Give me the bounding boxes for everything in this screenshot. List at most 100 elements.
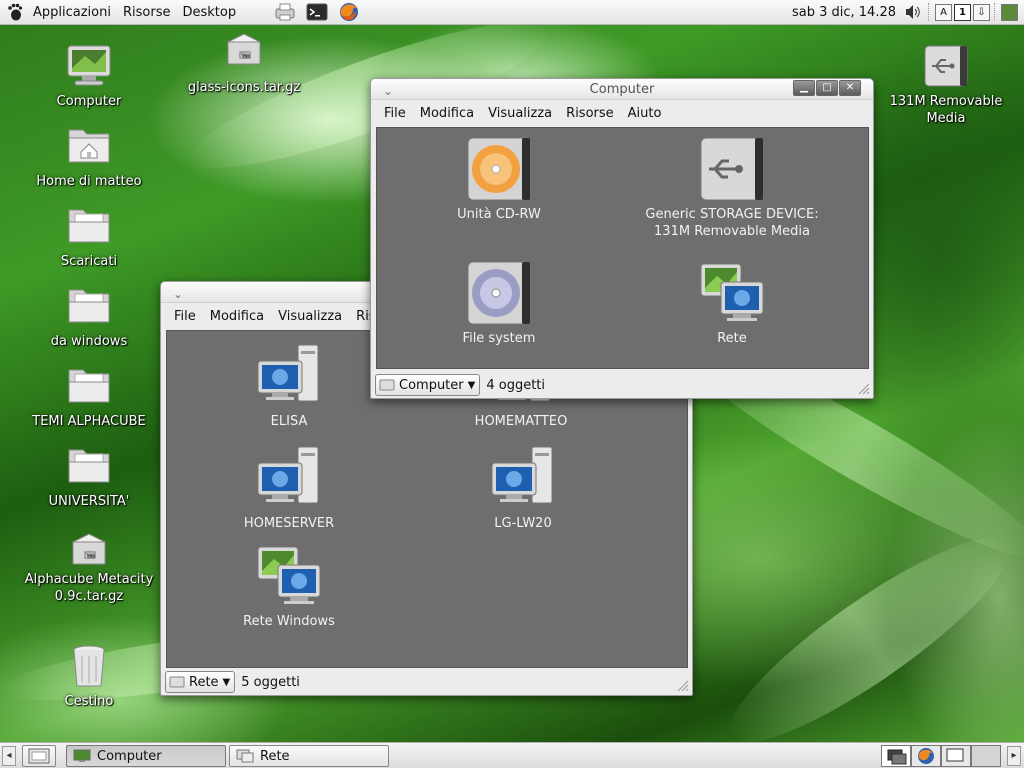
usb-drive-icon — [697, 136, 767, 202]
svg-text:TAR: TAR — [240, 53, 250, 59]
menu-desktop[interactable]: Desktop — [176, 0, 242, 25]
menu-modifica[interactable]: Modifica — [203, 309, 271, 324]
workspace-4[interactable] — [971, 745, 1001, 767]
desktop-icon-universita[interactable]: UNIVERSITA' — [19, 442, 159, 510]
chevron-down-icon: ▼ — [467, 379, 476, 391]
computer-icon — [73, 749, 91, 762]
desktop-icon-removable-media[interactable]: 131M Removable Media — [876, 42, 1016, 127]
folder-icon — [65, 442, 113, 490]
file-item-label: Rete Windows — [243, 614, 335, 629]
location-selector[interactable]: Rete ▼ — [165, 671, 236, 693]
statusbar: Rete ▼ 5 oggetti — [161, 669, 692, 695]
desktop-icon-label: Computer — [56, 94, 122, 109]
menu-risorse[interactable]: Risorse — [559, 106, 621, 121]
volume-icon[interactable] — [904, 2, 924, 22]
file-item-label: HOMEMATTEO — [474, 414, 568, 429]
computer-icon — [65, 42, 113, 90]
desktop-icon-alphacube-archive[interactable]: TAR Alphacube Metacity 0.9c.tar.gz — [19, 528, 159, 605]
network-icon — [254, 543, 324, 609]
statusbar: Computer ▼ 4 oggetti — [371, 372, 873, 398]
window-menu-chevron-icon[interactable]: ⌄ — [383, 80, 393, 102]
menu-visualizza[interactable]: Visualizza — [481, 106, 559, 121]
home-folder-icon — [65, 122, 113, 170]
item-count: 5 oggetti — [241, 674, 300, 690]
resize-grip-icon[interactable] — [854, 379, 870, 395]
desktop-icon-temi-alphacube[interactable]: TEMI ALPHACUBE — [19, 362, 159, 430]
location-label: Computer — [399, 377, 464, 393]
desktop-icon-label: glass-icons.tar.gz — [187, 80, 301, 95]
task-button-rete[interactable]: Rete — [229, 745, 389, 767]
archive-icon: TAR — [65, 528, 113, 568]
menu-file[interactable]: File — [167, 309, 203, 324]
menu-visualizza[interactable]: Visualizza — [271, 309, 349, 324]
desktop-icon-label: Cestino — [64, 694, 114, 709]
file-item-file-system[interactable]: File system — [399, 260, 599, 347]
file-item-label: Generic STORAGE DEVICE: 131M Removable M… — [645, 207, 819, 239]
menu-applicazioni[interactable]: Applicazioni — [27, 0, 117, 25]
desktop-icon-cestino[interactable]: Cestino — [19, 642, 159, 710]
svg-text:TAR: TAR — [85, 553, 95, 559]
harddisk-icon — [464, 260, 534, 326]
archive-icon: TAR — [220, 28, 268, 76]
show-desktop-icon[interactable] — [1001, 3, 1018, 21]
clock[interactable]: sab 3 dic, 14.28 — [792, 5, 896, 20]
panel-scroll-left-icon[interactable]: ◂ — [2, 746, 16, 766]
file-item-elisa[interactable]: ELISA — [189, 343, 389, 430]
location-selector[interactable]: Computer ▼ — [375, 374, 481, 396]
file-item-rete[interactable]: Rete — [632, 260, 832, 347]
close-button[interactable]: ✕ — [839, 80, 861, 96]
workspace-3[interactable] — [941, 745, 971, 767]
file-item-lg-lw20[interactable]: LG-LW20 — [423, 445, 623, 532]
desktop-icon-glass-icons-archive[interactable]: TAR glass-icons.tar.gz — [174, 28, 314, 96]
file-item-homeserver[interactable]: HOMESERVER — [189, 445, 389, 532]
menu-risorse[interactable]: Risorse — [117, 0, 177, 25]
terminal-launcher-icon[interactable] — [304, 1, 330, 23]
desktop-icon-label: Home di matteo — [36, 174, 142, 189]
desktop-icon-computer[interactable]: Computer — [19, 42, 159, 110]
minimize-button[interactable]: ▁ — [793, 80, 815, 96]
menu-file[interactable]: File — [377, 106, 413, 121]
icon-view[interactable]: Unità CD-RW Generic STORAGE DEVICE: 131M… — [376, 127, 869, 369]
window-titlebar[interactable]: ⌄ Computer ▁ □ ✕ — [371, 79, 873, 100]
menubar: File Modifica Visualizza Risorse Aiuto — [371, 100, 873, 126]
workspace-number[interactable]: 1 — [954, 3, 971, 21]
network-icon — [236, 749, 254, 763]
folder-icon — [65, 282, 113, 330]
workstation-icon — [488, 445, 558, 511]
file-item-label: LG-LW20 — [494, 516, 552, 531]
show-desktop-icon — [28, 748, 50, 764]
chevron-down-icon: ▼ — [222, 676, 231, 688]
panel-scroll-right-icon[interactable]: ▸ — [1007, 746, 1021, 766]
location-computer-icon — [379, 379, 395, 391]
keyboard-layout-icon[interactable]: A — [935, 3, 952, 21]
workspace-1[interactable] — [881, 745, 911, 767]
update-notifier-icon[interactable]: ⇩ — [973, 3, 990, 21]
file-item-cd-rw[interactable]: Unità CD-RW — [399, 136, 599, 223]
maximize-button[interactable]: □ — [816, 80, 838, 96]
file-item-rete-windows[interactable]: Rete Windows — [189, 543, 389, 630]
file-item-label: File system — [462, 331, 536, 346]
show-desktop-button[interactable] — [22, 745, 56, 767]
file-item-storage-device[interactable]: Generic STORAGE DEVICE: 131M Removable M… — [632, 136, 832, 240]
folder-icon — [65, 202, 113, 250]
cd-drive-icon — [464, 136, 534, 202]
desktop-icon-home[interactable]: Home di matteo — [19, 122, 159, 190]
file-item-label: Rete — [717, 331, 747, 346]
resize-grip-icon[interactable] — [673, 676, 689, 692]
firefox-launcher-icon[interactable] — [336, 1, 362, 23]
location-label: Rete — [189, 674, 219, 690]
menu-aiuto[interactable]: Aiuto — [621, 106, 669, 121]
desktop-icon-label: Alphacube Metacity 0.9c.tar.gz — [24, 572, 154, 604]
workstation-icon — [254, 445, 324, 511]
firefox-icon — [918, 748, 934, 764]
printer-launcher-icon[interactable] — [272, 1, 298, 23]
desktop-icon-label: TEMI ALPHACUBE — [32, 414, 146, 429]
task-button-computer[interactable]: Computer — [66, 745, 226, 767]
window-menu-chevron-icon[interactable]: ⌄ — [173, 283, 183, 305]
desktop-icon-label: da windows — [50, 334, 128, 349]
menu-modifica[interactable]: Modifica — [413, 106, 481, 121]
desktop-icon-da-windows[interactable]: da windows — [19, 282, 159, 350]
desktop-icon-scaricati[interactable]: Scaricati — [19, 202, 159, 270]
gnome-foot-icon[interactable] — [3, 0, 27, 24]
workspace-2[interactable] — [911, 745, 941, 767]
